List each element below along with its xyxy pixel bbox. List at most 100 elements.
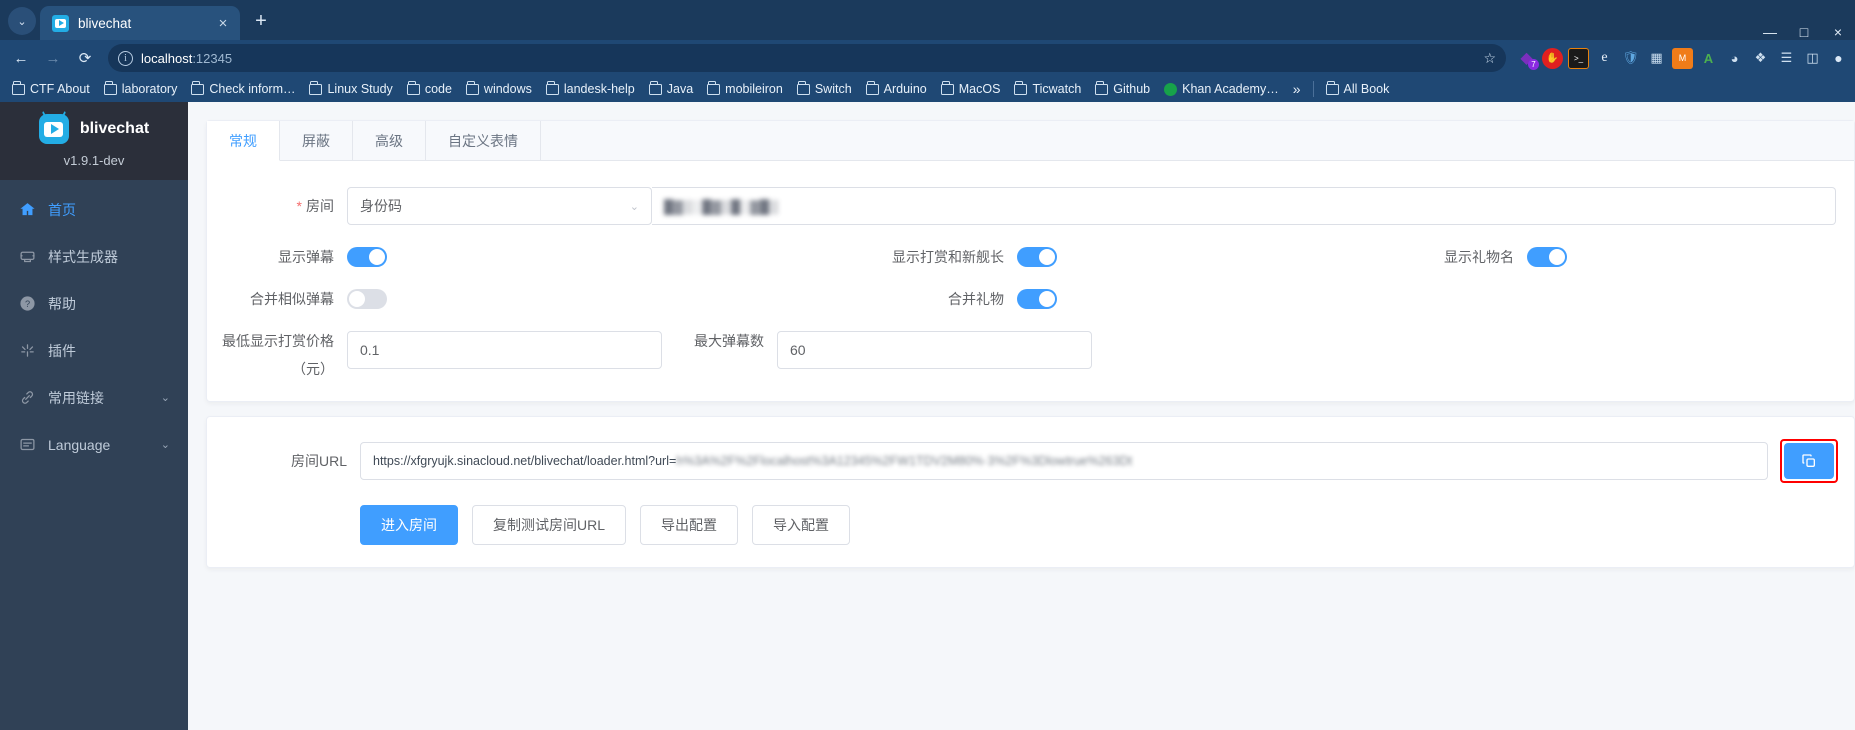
bookmark-label: Arduino — [883, 82, 927, 96]
bookmark-item[interactable]: Arduino — [860, 80, 933, 98]
show-danmaku-toggle[interactable] — [347, 247, 387, 267]
sidebar-item-help[interactable]: ? 帮助 — [0, 280, 188, 327]
sidebar-logo[interactable]: blivechat v1.9.1-dev — [0, 102, 188, 180]
tab-close-icon[interactable]: × — [214, 15, 232, 32]
terminal-extension-icon[interactable]: >_ — [1568, 47, 1589, 69]
tab-advanced[interactable]: 高级 — [353, 121, 426, 160]
sidebar-item-style-generator[interactable]: 样式生成器 — [0, 233, 188, 280]
room-url-card: 房间URL https://xfgryujk.sinacloud.net/bli… — [206, 416, 1855, 568]
browser-toolbar: ← → ⟳ i localhost:12345 ☆ ◆ 7 ✋ >_ e 🛡 ▦… — [0, 40, 1855, 76]
window-minimize-button[interactable]: — — [1753, 24, 1787, 40]
all-bookmarks-button[interactable]: All Book — [1320, 80, 1396, 98]
bookmark-item[interactable]: Ticwatch — [1008, 80, 1087, 98]
reload-button[interactable]: ⟳ — [70, 44, 100, 72]
room-id-input[interactable]: █▓▒░█▓▒█░▓█▒ — [652, 187, 1836, 225]
bookmark-star-icon[interactable]: ☆ — [1483, 50, 1496, 67]
tab-block[interactable]: 屏蔽 — [280, 121, 353, 160]
merge-similar-danmaku-toggle[interactable] — [347, 289, 387, 309]
sidebar-item-language[interactable]: Language ⌄ — [0, 421, 188, 468]
tab-strip: ⌄ blivechat × + — □ × — [0, 0, 1855, 40]
window-maximize-button[interactable]: □ — [1787, 24, 1821, 40]
merge-gifts-label: 合并礼物 — [948, 291, 1004, 307]
merge-gifts-toggle[interactable] — [1017, 289, 1057, 309]
enter-room-button[interactable]: 进入房间 — [360, 505, 458, 545]
show-gift-name-toggle[interactable] — [1527, 247, 1567, 267]
bookmark-item[interactable]: laboratory — [98, 80, 184, 98]
orange-square-extension-icon[interactable]: M — [1672, 47, 1693, 69]
browser-tab[interactable]: blivechat × — [40, 6, 240, 40]
blivechat-favicon-icon — [52, 14, 69, 32]
forward-button[interactable]: → — [38, 44, 68, 72]
purple-layers-extension-icon[interactable]: ◆ 7 — [1516, 48, 1539, 70]
bookmark-item[interactable]: Github — [1089, 80, 1156, 98]
letter-a-extension-icon[interactable]: A — [1698, 48, 1719, 69]
required-marker: * — [296, 198, 302, 214]
puzzle-extension-icon[interactable]: ❖ — [1750, 48, 1771, 69]
sidepanel-extension-icon[interactable]: ◫ — [1802, 48, 1823, 69]
bookmark-item[interactable]: Java — [643, 80, 699, 98]
bookmark-item[interactable]: Check inform… — [185, 80, 301, 98]
bookmark-item[interactable]: mobileiron — [701, 80, 789, 98]
sidebar-item-plugin[interactable]: 插件 — [0, 327, 188, 374]
tab-search-chevron-icon[interactable]: ⌄ — [8, 7, 36, 35]
window-close-button[interactable]: × — [1821, 24, 1855, 40]
sidebar-item-label: 插件 — [48, 342, 76, 359]
grid-extension-icon[interactable]: ▦ — [1646, 48, 1667, 69]
edge-style-extension-icon[interactable]: e — [1594, 48, 1615, 69]
room-label: * 房间 — [207, 196, 347, 216]
site-info-icon[interactable]: i — [118, 50, 133, 66]
bookmark-label: Java — [666, 82, 694, 96]
bookmark-label: Github — [1113, 82, 1151, 96]
room-url-redacted-5: 3Dt — [1112, 454, 1133, 468]
min-price-input[interactable]: 0.1 — [347, 331, 662, 369]
show-gift-and-captain-toggle[interactable] — [1017, 247, 1057, 267]
bookmark-label: Khan Academy… — [1182, 82, 1279, 96]
chevron-down-icon: ⌄ — [160, 392, 170, 404]
main-content: 常规 屏蔽 高级 自定义表情 * 房间 身份码 ⌄ █▓▒░█▓▒█░▓█▒ 显… — [188, 102, 1855, 730]
tab-general[interactable]: 常规 — [207, 121, 280, 161]
folder-icon — [940, 80, 954, 95]
room-id-type-select[interactable]: 身份码 ⌄ — [347, 187, 652, 225]
room-url-row: 房间URL https://xfgryujk.sinacloud.net/bli… — [207, 439, 1854, 483]
sidebar-item-home[interactable]: 首页 — [0, 186, 188, 233]
bookmark-item[interactable]: CTF About — [6, 80, 96, 98]
bookmark-item[interactable]: code — [401, 80, 458, 98]
app-body: blivechat v1.9.1-dev 首页 样式生成器 ? 帮助 插件 常用… — [0, 102, 1855, 730]
settings-tabs: 常规 屏蔽 高级 自定义表情 — [207, 121, 1854, 161]
room-url-redacted-3: %2F%3Dlow — [994, 454, 1067, 468]
max-danmaku-input[interactable]: 60 — [777, 331, 1092, 369]
red-stop-hand-extension-icon[interactable]: ✋ — [1542, 47, 1563, 69]
window-controls: — □ × — [1753, 16, 1855, 40]
bookmark-item[interactable]: Linux Study — [303, 80, 398, 98]
new-tab-button[interactable]: + — [246, 6, 276, 36]
folder-icon — [191, 80, 205, 95]
switch-row-2: 合并相似弹幕 合并礼物 — [207, 289, 1854, 309]
import-config-button[interactable]: 导入配置 — [752, 505, 851, 545]
shield-extension-icon[interactable]: 🛡 — [1620, 48, 1641, 69]
address-bar[interactable]: i localhost:12345 ☆ — [108, 44, 1506, 72]
folder-icon — [406, 80, 420, 95]
room-row: * 房间 身份码 ⌄ █▓▒░█▓▒█░▓█▒ — [207, 187, 1854, 225]
sidebar-item-label: 常用链接 — [48, 389, 104, 406]
room-url-input[interactable]: https://xfgryujk.sinacloud.net/blivechat… — [360, 442, 1768, 480]
copy-test-room-url-button[interactable]: 复制测试房间URL — [472, 505, 627, 545]
bookmark-item[interactable]: MacOS — [935, 80, 1007, 98]
bookmark-item[interactable]: landesk-help — [540, 80, 641, 98]
switch-row-1: 显示弹幕 显示打赏和新舰长 显示礼物名 — [207, 247, 1854, 267]
bookmark-item[interactable]: Switch — [791, 80, 858, 98]
folder-icon — [707, 80, 721, 95]
tab-custom-emoji[interactable]: 自定义表情 — [426, 121, 541, 160]
bookmark-item[interactable]: Khan Academy… — [1158, 80, 1285, 98]
room-url-value: https://xfgryujk.sinacloud.net/blivechat… — [373, 454, 1132, 468]
copy-room-url-button[interactable] — [1784, 443, 1834, 479]
export-config-button[interactable]: 导出配置 — [640, 505, 739, 545]
copy-button-highlight — [1780, 439, 1838, 483]
sidebar-item-common-links[interactable]: 常用链接 ⌄ — [0, 374, 188, 421]
bookmarks-overflow-button[interactable]: » — [1287, 81, 1307, 97]
profile-avatar-icon[interactable]: ● — [1828, 48, 1849, 69]
back-button[interactable]: ← — [6, 44, 36, 72]
bookmark-item[interactable]: windows — [460, 80, 538, 98]
reading-list-extension-icon[interactable]: ☰ — [1776, 48, 1797, 69]
bookmark-label: code — [424, 82, 452, 96]
wifi-extension-icon[interactable]: ◕ — [1724, 48, 1745, 69]
